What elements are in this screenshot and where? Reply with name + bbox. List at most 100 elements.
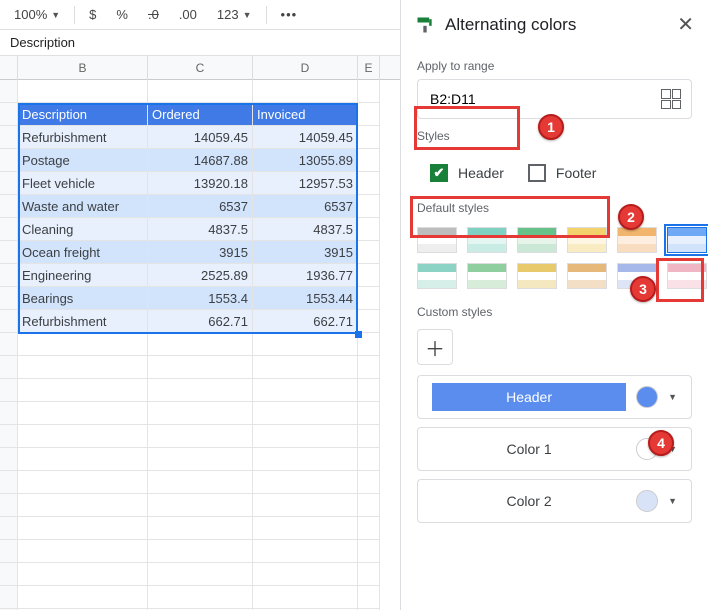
table-cell[interactable]: 662.71 [148,310,253,333]
table-header-cell[interactable]: Ordered [148,103,253,126]
cell[interactable] [253,586,358,609]
table-cell[interactable]: Ocean freight [18,241,148,264]
cell[interactable] [358,149,380,172]
table-header-cell[interactable]: Invoiced [253,103,358,126]
cell[interactable] [358,195,380,218]
row-number[interactable] [0,517,18,540]
select-range-icon[interactable] [661,89,681,109]
table-cell[interactable]: 12957.53 [253,172,358,195]
row-number[interactable] [0,402,18,425]
percent-button[interactable]: % [110,5,134,24]
cell[interactable] [358,126,380,149]
row-number[interactable] [0,563,18,586]
header-checkbox[interactable]: ✔ Header [430,164,504,182]
column-header[interactable]: B [18,56,148,80]
cell[interactable] [253,494,358,517]
cell[interactable] [18,379,148,402]
column-header[interactable]: C [148,56,253,80]
row-number[interactable] [0,586,18,609]
style-swatch[interactable] [467,263,507,289]
cell[interactable] [148,517,253,540]
cell[interactable] [358,425,380,448]
column-header[interactable]: E [358,56,380,80]
cell[interactable] [18,80,148,103]
chevron-down-icon[interactable]: ▼ [668,392,677,402]
cell[interactable] [253,379,358,402]
cell[interactable] [358,540,380,563]
row-number[interactable] [0,126,18,149]
cell[interactable] [358,287,380,310]
table-header-cell[interactable]: Description [18,103,148,126]
table-cell[interactable]: 4837.5 [253,218,358,241]
cell[interactable] [148,586,253,609]
cell[interactable] [358,448,380,471]
cell[interactable] [358,172,380,195]
cell[interactable] [18,356,148,379]
column-header[interactable]: D [253,56,358,80]
cell[interactable] [358,402,380,425]
table-cell[interactable]: 14059.45 [253,126,358,149]
row-number[interactable] [0,379,18,402]
row-number[interactable] [0,494,18,517]
table-cell[interactable]: 13920.18 [148,172,253,195]
cell[interactable] [148,425,253,448]
table-cell[interactable]: Bearings [18,287,148,310]
row-number[interactable] [0,356,18,379]
cell[interactable] [253,471,358,494]
style-swatch[interactable] [567,263,607,289]
style-swatch[interactable] [517,263,557,289]
cell[interactable] [358,563,380,586]
decrease-decimal-button[interactable]: .0 [142,5,165,24]
cell[interactable] [148,402,253,425]
increase-decimal-button[interactable]: .00 [173,5,203,24]
cell[interactable] [358,264,380,287]
table-cell[interactable]: Fleet vehicle [18,172,148,195]
table-cell[interactable]: 6537 [253,195,358,218]
style-swatch[interactable] [617,227,657,253]
row-number[interactable] [0,103,18,126]
cell[interactable] [253,80,358,103]
cell[interactable] [253,402,358,425]
table-cell[interactable]: Engineering [18,264,148,287]
row-number[interactable] [0,195,18,218]
table-cell[interactable]: Waste and water [18,195,148,218]
cell[interactable] [18,563,148,586]
cell[interactable] [18,586,148,609]
color2-swatch[interactable] [636,490,658,512]
zoom-dropdown[interactable]: 100% ▼ [8,5,66,24]
table-cell[interactable]: 1553.4 [148,287,253,310]
cell[interactable] [253,448,358,471]
cell[interactable] [253,333,358,356]
cell[interactable] [18,448,148,471]
table-cell[interactable]: 6537 [148,195,253,218]
cell[interactable] [358,218,380,241]
table-cell[interactable]: 3915 [148,241,253,264]
cell[interactable] [253,540,358,563]
cell[interactable] [358,379,380,402]
selection-handle[interactable] [355,331,362,338]
table-cell[interactable]: Refurbishment [18,310,148,333]
row-number[interactable] [0,471,18,494]
table-cell[interactable]: Refurbishment [18,126,148,149]
cell[interactable] [358,517,380,540]
table-cell[interactable]: 2525.89 [148,264,253,287]
style-swatch[interactable] [417,263,457,289]
row-number[interactable] [0,241,18,264]
row-number[interactable] [0,287,18,310]
cell[interactable] [148,448,253,471]
table-cell[interactable]: 4837.5 [148,218,253,241]
cell[interactable] [358,80,380,103]
row-number[interactable] [0,264,18,287]
table-cell[interactable]: 14687.88 [148,149,253,172]
cell[interactable] [18,517,148,540]
row-number[interactable] [0,310,18,333]
cell[interactable] [18,540,148,563]
row-number[interactable] [0,172,18,195]
cell[interactable] [148,80,253,103]
table-cell[interactable]: Postage [18,149,148,172]
cell[interactable] [18,402,148,425]
cell[interactable] [148,333,253,356]
currency-button[interactable]: $ [83,5,102,24]
footer-checkbox[interactable]: Footer [528,164,596,182]
number-format-dropdown[interactable]: 123 ▼ [211,5,258,24]
